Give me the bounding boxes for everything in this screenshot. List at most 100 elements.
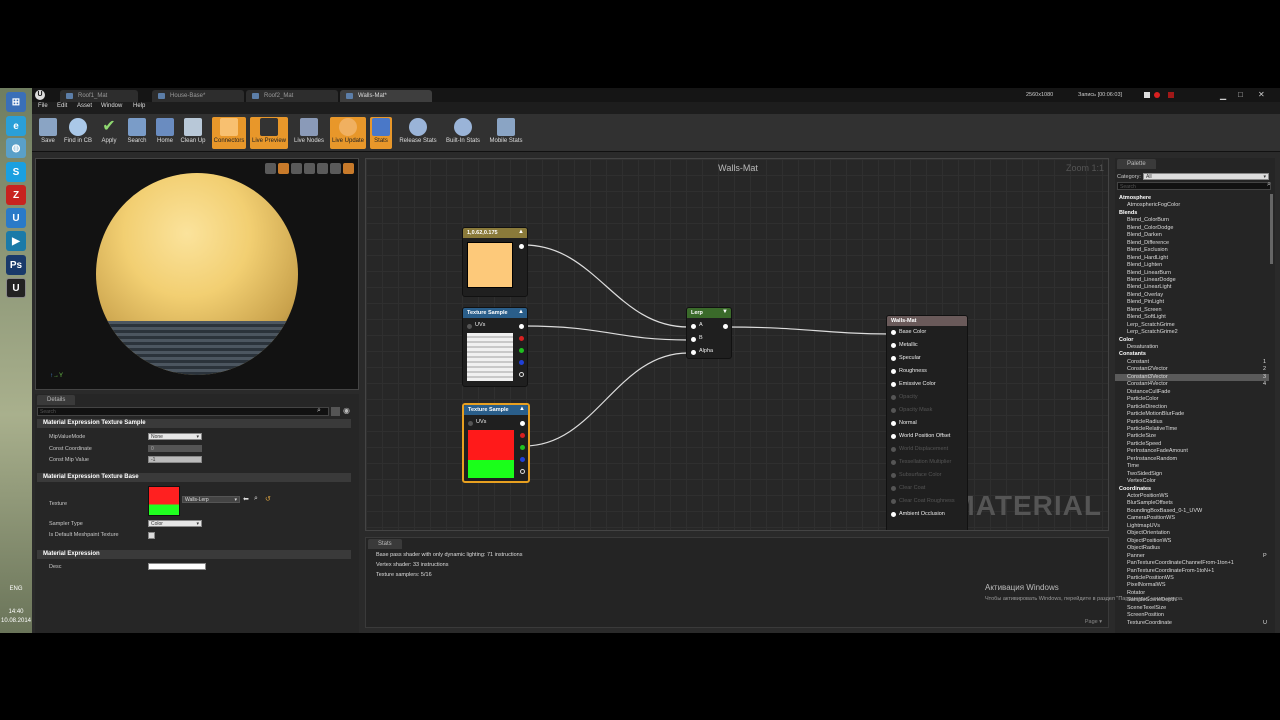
uvs-input-pin[interactable] xyxy=(467,324,472,329)
stats-tab[interactable]: Stats xyxy=(368,539,402,549)
use-selected-arrow-icon[interactable]: ⬅ xyxy=(243,495,249,503)
const-mip-value-field[interactable]: -1 xyxy=(148,456,202,463)
palette-item[interactable]: PerInstanceRandom xyxy=(1127,456,1177,462)
const-coordinate-field[interactable]: 0 xyxy=(148,445,202,452)
result-input-pin[interactable] xyxy=(891,473,896,478)
collapse-arrow-icon[interactable]: ▲ xyxy=(519,406,525,412)
grid-view-icon[interactable] xyxy=(331,407,340,416)
unreal-editor-icon[interactable]: U xyxy=(6,278,26,298)
palette-item[interactable]: Desaturation xyxy=(1127,344,1158,350)
palette-item[interactable]: Constant xyxy=(1127,359,1149,365)
palette-item[interactable]: Time xyxy=(1127,463,1139,469)
result-input-pin[interactable] xyxy=(891,421,896,426)
palette-category[interactable]: Constants xyxy=(1119,351,1146,357)
mesh-icon[interactable] xyxy=(317,163,328,174)
palette-item[interactable]: Constant4Vector xyxy=(1127,381,1168,387)
palette-category[interactable]: Coordinates xyxy=(1119,486,1151,492)
reset-icon[interactable]: ↺ xyxy=(265,495,271,503)
palette-item[interactable]: Blend_LinearBurn xyxy=(1127,270,1171,276)
menu-window[interactable]: Window xyxy=(101,103,122,109)
preview-viewport[interactable]: ↑→Y xyxy=(35,158,359,390)
close-icon[interactable]: ✕ xyxy=(1258,90,1265,99)
release-stats-button[interactable]: Release Stats xyxy=(398,117,438,149)
palette-search-input[interactable]: Search xyxy=(1117,182,1271,190)
search-icon[interactable]: ⌕ xyxy=(1267,181,1271,189)
page-dropdown[interactable]: Page ▾ xyxy=(1085,619,1102,625)
section-texture-sample[interactable]: Material Expression Texture Sample xyxy=(37,419,351,428)
palette-item[interactable]: ObjectOrientation xyxy=(1127,530,1170,536)
details-search-input[interactable]: Search xyxy=(37,407,329,416)
tray-lang[interactable]: ENG xyxy=(0,585,32,593)
material-result-node[interactable]: Walls-Mat Base Color Metallic Specular Roug… xyxy=(886,315,968,530)
palette-item[interactable]: Panner xyxy=(1127,553,1145,559)
texture-sample-node-2[interactable]: Texture Sample ▲ UVs xyxy=(462,403,530,483)
result-input-pin[interactable] xyxy=(891,486,896,491)
realtime-icon[interactable] xyxy=(343,163,354,174)
live-nodes-button[interactable]: Live Nodes xyxy=(292,117,326,149)
palette-item[interactable]: VertexColor xyxy=(1127,478,1156,484)
search-button[interactable]: Search xyxy=(124,117,150,149)
browse-icon[interactable]: ⌕ xyxy=(254,495,258,503)
eye-icon[interactable]: ◉ xyxy=(343,406,350,415)
save-button[interactable]: Save xyxy=(36,117,60,149)
result-input-pin[interactable] xyxy=(891,460,896,465)
details-tab[interactable]: Details xyxy=(37,395,76,405)
tab-walls-mat[interactable]: Walls-Mat* xyxy=(340,90,432,102)
collapse-arrow-icon[interactable]: ▼ xyxy=(722,309,728,315)
stats-button[interactable]: Stats xyxy=(370,117,392,149)
tray-clock-time[interactable]: 14:40 xyxy=(0,608,32,616)
menu-help[interactable]: Help xyxy=(133,103,145,109)
media-icon[interactable]: ▶ xyxy=(6,231,26,251)
material-graph[interactable]: Walls-Mat Zoom 1:1 MATERIAL 1,0.62,0.175… xyxy=(365,158,1109,531)
mobile-stats-button[interactable]: Mobile Stats xyxy=(488,117,524,149)
palette-category[interactable]: Blends xyxy=(1119,210,1137,216)
skype-icon[interactable]: S xyxy=(6,162,26,182)
b-output-pin[interactable] xyxy=(519,360,524,365)
result-input-pin[interactable] xyxy=(891,395,896,400)
palette-item[interactable]: ParticleMotionBlurFade xyxy=(1127,411,1184,417)
apply-button[interactable]: ✔ Apply xyxy=(98,117,120,149)
palette-item[interactable]: Blend_Overlay xyxy=(1127,292,1163,298)
palette-item[interactable]: Blend_Exclusion xyxy=(1127,247,1168,253)
result-input-pin[interactable] xyxy=(891,330,896,335)
grid-icon[interactable] xyxy=(330,163,341,174)
alpha-input-pin[interactable] xyxy=(691,350,696,355)
menu-asset[interactable]: Asset xyxy=(77,103,92,109)
palette-item[interactable]: ParticleColor xyxy=(1127,396,1158,402)
palette-item[interactable]: ScreenPosition xyxy=(1127,612,1164,618)
palette-item[interactable]: Blend_Darken xyxy=(1127,232,1162,238)
record-close-icon[interactable] xyxy=(1168,92,1174,98)
palette-item[interactable]: PixelNormalWS xyxy=(1127,582,1166,588)
palette-item[interactable]: CameraPositionWS xyxy=(1127,515,1175,521)
plane-icon[interactable] xyxy=(291,163,302,174)
live-update-button[interactable]: Live Update xyxy=(330,117,366,149)
palette-category[interactable]: Atmosphere xyxy=(1119,195,1151,201)
result-input-pin[interactable] xyxy=(891,382,896,387)
built-in-stats-button[interactable]: Built-In Stats xyxy=(444,117,482,149)
rgb-output-pin[interactable] xyxy=(520,421,525,426)
minimize-icon[interactable]: ▁ xyxy=(1220,91,1226,100)
palette-item[interactable]: ParticleRelativeTime xyxy=(1127,426,1177,432)
palette-item[interactable]: Constant3Vector xyxy=(1127,374,1168,380)
sphere-icon[interactable] xyxy=(278,163,289,174)
clean-up-button[interactable]: Clean Up xyxy=(178,117,208,149)
palette-item[interactable]: Lerp_ScratchGrime xyxy=(1127,322,1175,328)
mip-value-mode-select[interactable]: None ▾ xyxy=(148,433,202,440)
palette-item[interactable]: Blend_Screen xyxy=(1127,307,1162,313)
palette-item[interactable]: TextureCoordinate xyxy=(1127,620,1172,626)
photoshop-icon[interactable]: Ps xyxy=(6,255,26,275)
windows-start-icon[interactable]: ⊞ xyxy=(6,92,26,112)
connectors-button[interactable]: Connectors xyxy=(212,117,246,149)
palette-item[interactable]: LightmapUVs xyxy=(1127,523,1160,529)
a-output-pin[interactable] xyxy=(519,372,524,377)
texture-thumbnail[interactable] xyxy=(148,486,180,516)
palette-item[interactable]: Constant2Vector xyxy=(1127,366,1168,372)
result-input-pin[interactable] xyxy=(891,447,896,452)
palette-item[interactable]: ParticlePositionWS xyxy=(1127,575,1174,581)
g-output-pin[interactable] xyxy=(519,348,524,353)
palette-item[interactable]: TwoSidedSign xyxy=(1127,471,1162,477)
category-select[interactable]: All ▾ xyxy=(1143,173,1269,180)
unreal-launcher-icon[interactable]: U xyxy=(6,208,26,228)
palette-item[interactable]: Blend_PinLight xyxy=(1127,299,1164,305)
palette-item[interactable]: Blend_LinearLight xyxy=(1127,284,1171,290)
